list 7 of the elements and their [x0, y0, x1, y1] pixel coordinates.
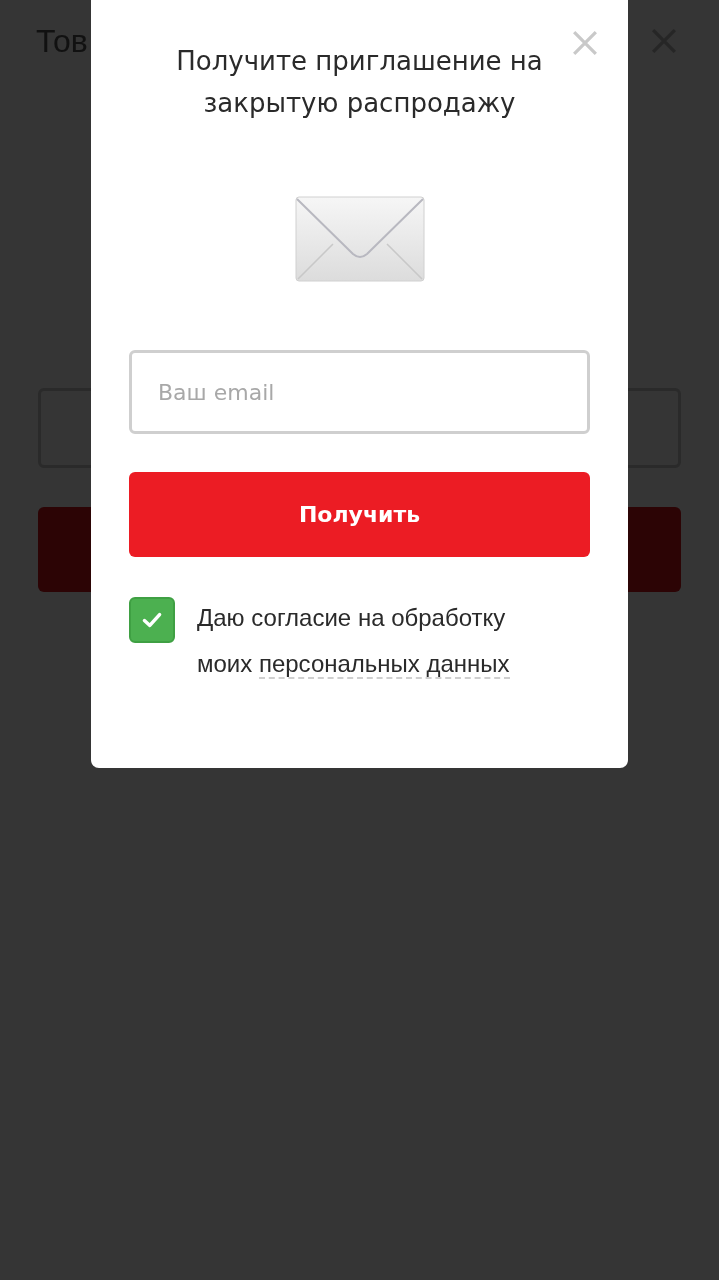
personal-data-link[interactable]: персональных данных: [258, 650, 510, 679]
submit-button[interactable]: Получить: [129, 472, 590, 557]
envelope-icon: [294, 196, 425, 282]
modal-title: Получите приглашение на закрытую распродажу: [175, 45, 544, 120]
email-field[interactable]: Ваш email: [129, 350, 590, 434]
consent-text: Даю согласие на обработку моих персональных данных: [197, 603, 511, 681]
consent-checkbox[interactable]: [129, 597, 175, 643]
